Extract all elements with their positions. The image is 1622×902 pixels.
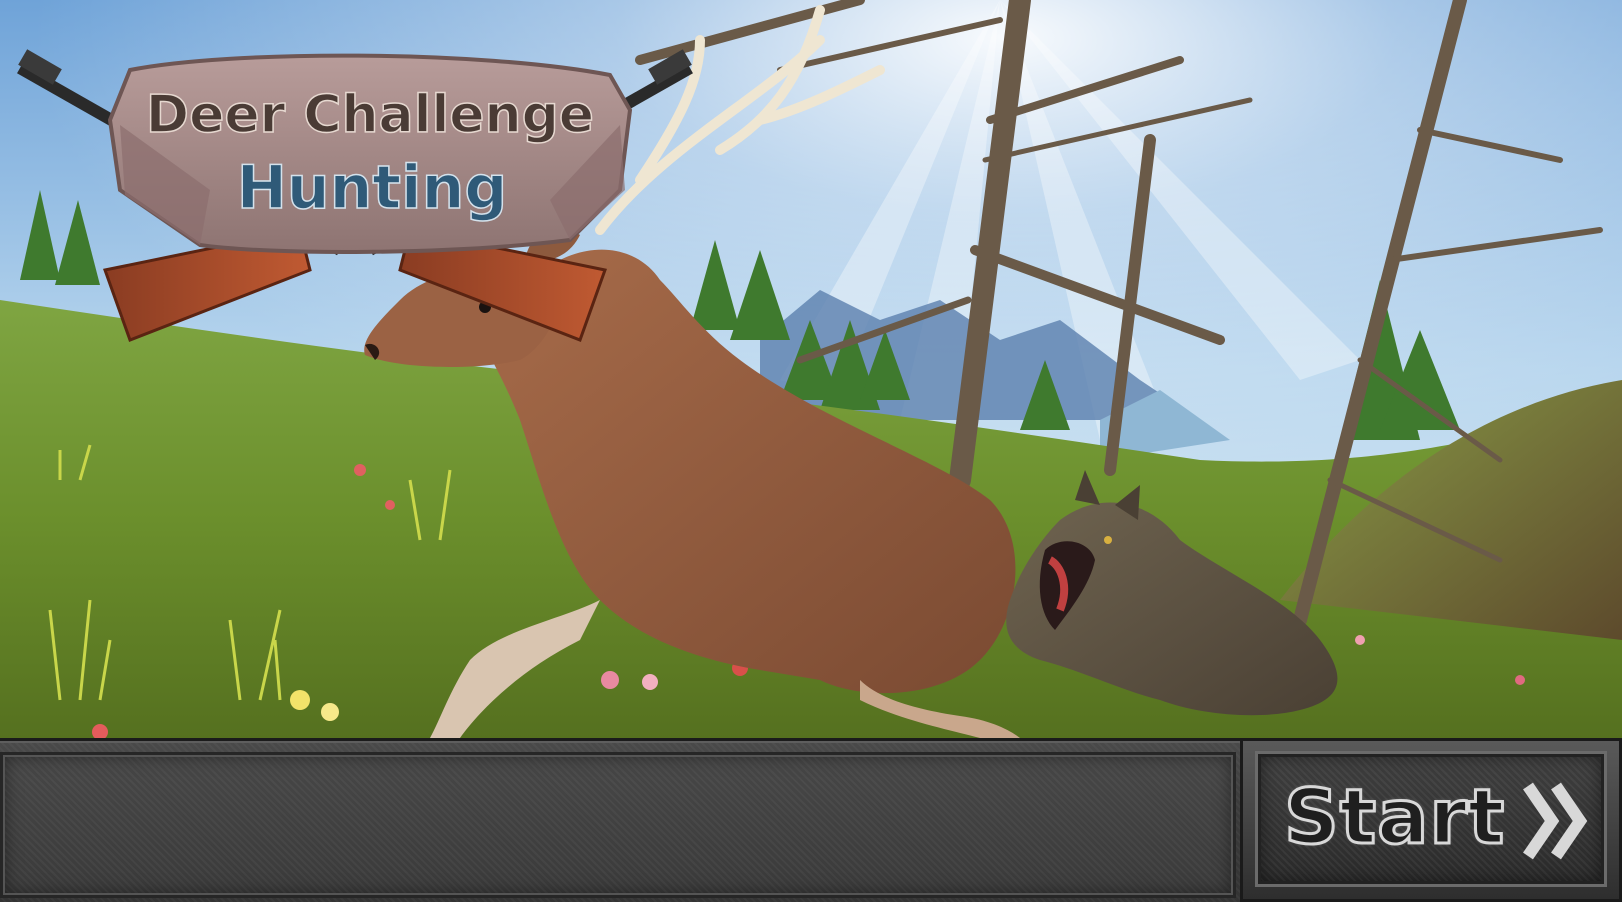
title-screen: Deer Challenge Hunting Start: [0, 0, 1622, 902]
logo-artwork: Deer Challenge Hunting: [17, 49, 693, 342]
game-logo: Deer Challenge Hunting: [10, 40, 700, 360]
bottom-message-panel: [0, 752, 1236, 898]
start-button-label: Start: [1282, 771, 1506, 863]
start-button-frame: Start: [1255, 751, 1607, 887]
logo-title-line1: Deer Challenge: [146, 85, 594, 145]
start-button[interactable]: Start: [1240, 738, 1622, 902]
double-chevron-right-icon: [1523, 782, 1588, 860]
logo-title-line2: Hunting: [237, 153, 508, 223]
